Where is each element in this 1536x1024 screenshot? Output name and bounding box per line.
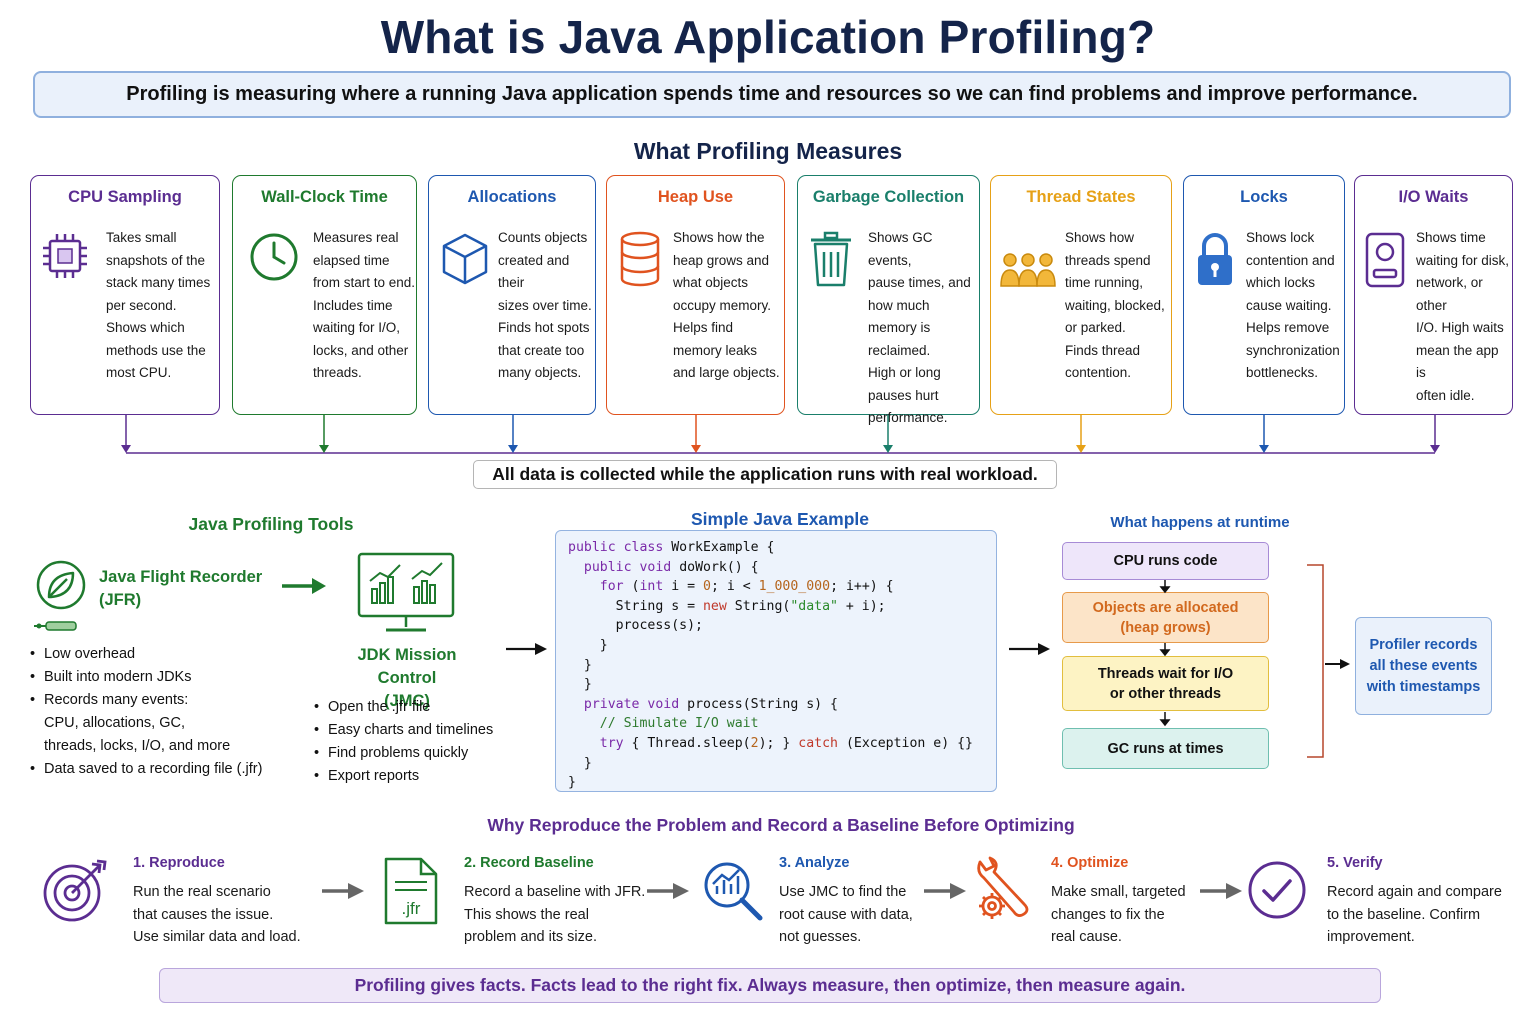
step-arrow-icon [924,883,966,899]
arrow-right-icon [1325,659,1350,669]
measure-card-heap-use: Heap Use Shows how the heap grows and what… [606,175,785,415]
list-item: Data saved to a recording file (.jfr) [30,758,290,781]
runtime-event-gc: GC runs at times [1062,728,1269,769]
list-item: Open the .jfr file [314,696,524,719]
measure-card-wall-clock: Wall-Clock Time Measures real elapsed tim… [232,175,417,415]
card-title: Locks [1240,188,1288,206]
step-title: 2. Record Baseline [464,855,594,871]
card-title: Garbage Collection [812,188,965,206]
runtime-heading: What happens at runtime [1110,514,1290,531]
card-title: Heap Use [657,188,734,206]
disk-drive-icon [1365,232,1405,288]
page-title: What is Java Application Profiling? [380,11,1156,63]
jfr-feature-list: Low overhead Built into modern JDKs Reco… [30,643,290,781]
list-item: Easy charts and timelines [314,719,524,742]
list-item: Find problems quickly [314,742,524,765]
step-title: 5. Verify [1327,855,1383,871]
svg-text:.jfr: .jfr [402,899,421,918]
measure-card-cpu-sampling: CPU Sampling Takes small snapshots of the… [30,175,220,415]
target-icon [43,859,107,922]
step-description: Record a baseline with JFR. This shows th… [464,884,646,945]
step-description: Make small, targeted changes to fix the re… [1051,884,1186,945]
trash-can-icon [811,231,851,287]
runtime-event-cpu: CPU runs code [1062,542,1269,580]
card-description: Shows how threads spend time running, waiti… [1065,230,1165,380]
card-description: Measures real elapsed time from start to e… [313,230,416,380]
wrench-gear-icon [977,856,1029,919]
check-circle-icon [1248,861,1306,919]
card-description: Shows lock contention and which locks cause… [1246,230,1340,380]
cube-icon [442,233,488,285]
step-description: Run the real scenario that causes the iss… [133,884,301,945]
padlock-icon [1198,233,1232,285]
measures-heading: What Profiling Measures [633,138,903,164]
list-item: Low overhead [30,643,290,666]
database-icon [620,231,660,287]
code-block: public class WorkExample { public void d… [555,530,997,792]
card-description: Counts objects created and their sizes ove… [498,230,592,380]
profiler-records-box: Profiler records all these events with t… [1355,617,1492,715]
card-description: Shows how the heap grows and what objects o… [673,230,780,380]
people-group-icon [1000,253,1056,287]
step-arrow-icon [322,883,364,899]
magnifier-chart-icon [704,862,763,921]
card-title: I/O Waits [1398,188,1469,206]
step-title: 3. Analyze [779,855,850,871]
definition-banner: Profiling is measuring where a running J… [33,71,1511,118]
tools-heading: Java Profiling Tools [188,514,354,534]
measure-card-allocations: Allocations Counts objects created and th… [428,175,596,415]
measure-card-io-waits: I/O Waits Shows time waiting for disk, net… [1354,175,1513,415]
clock-icon [250,233,298,281]
why-heading: Why Reproduce the Problem and Record a B… [487,815,1075,835]
card-description: Shows GC events, pause times, and how much… [868,230,971,425]
card-title: Allocations [467,188,557,206]
java-code: public class WorkExample { public void d… [568,540,973,791]
list-item: Records many events:CPU, allocations, GC… [30,689,290,758]
monitor-chart-icon [357,552,455,632]
step-title: 4. Optimize [1051,855,1129,871]
step-arrow-icon [647,883,689,899]
step-description: Record again and compare to the baseline.… [1327,884,1502,945]
arrow-right-icon [1009,643,1050,655]
cpu-chip-icon [43,234,87,278]
collect-note: All data is collected while the applicat… [473,460,1057,489]
card-description: Takes small snapshots of the stack many ti… [106,230,211,380]
code-heading: Simple Java Example [690,509,870,529]
card-description: Shows time waiting for disk, network, or o… [1416,230,1510,403]
list-item: Export reports [314,765,524,788]
jfr-file-icon: .jfr [384,857,438,925]
leaf-circle-icon [36,560,86,610]
step-title: 1. Reproduce [133,855,225,871]
footer-banner: Profiling gives facts. Facts lead to the… [159,968,1381,1003]
step-arrow-icon [1200,883,1242,899]
step-description: Use JMC to find the root cause with data,… [779,884,913,945]
jmc-feature-list: Open the .jfr file Easy charts and timel… [314,696,524,788]
measure-card-thread-states: Thread States Shows how threads spend time… [990,175,1172,415]
list-item: Built into modern JDKs [30,666,290,689]
jfr-title: Java Flight Recorder (JFR) [99,568,263,609]
card-title: CPU Sampling [68,188,182,206]
arrow-right-icon [506,643,547,655]
card-title: Thread States [1026,188,1136,206]
probe-icon [34,621,77,631]
measure-card-garbage-collection: Garbage Collection Shows GC events, pause… [797,175,980,425]
runtime-flow-arrows [1159,580,1171,727]
card-title: Wall-Clock Time [261,188,388,206]
measure-card-locks: Locks Shows lock contention and which lock… [1183,175,1345,415]
jfr-to-jmc-arrow-icon [282,578,326,594]
measures-connector [121,415,1440,454]
